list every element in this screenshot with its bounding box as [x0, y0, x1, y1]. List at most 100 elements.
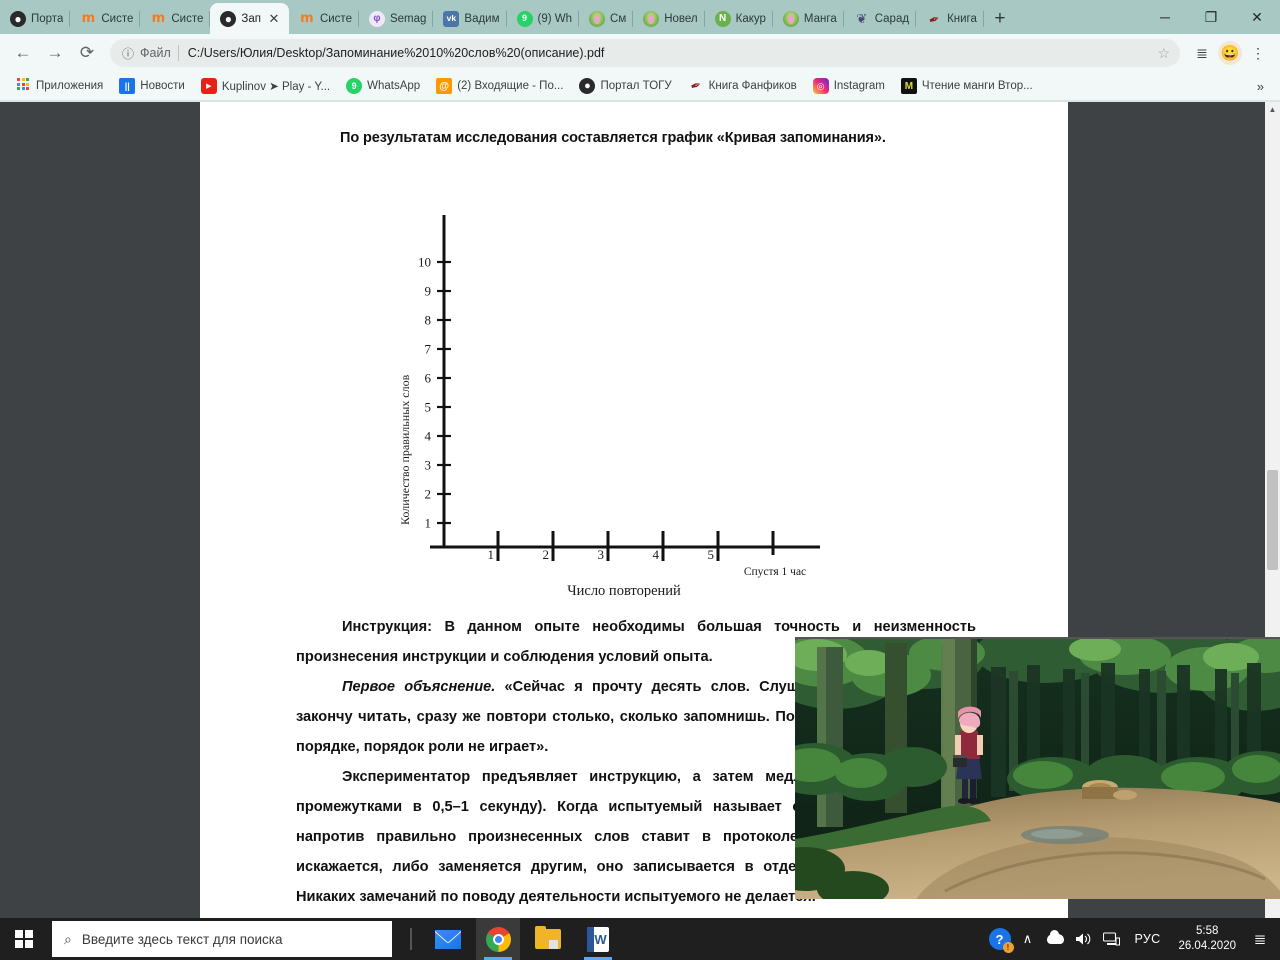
tab-title: Новел [664, 12, 698, 25]
volume-icon[interactable] [1071, 918, 1097, 960]
clock-date: 26.04.2020 [1178, 940, 1236, 952]
video-frame [795, 639, 1280, 899]
maximize-button[interactable]: ❐ [1188, 0, 1234, 34]
explorer-app[interactable] [526, 918, 570, 960]
browser-tab[interactable]: φ Semag [359, 3, 434, 34]
browser-tab[interactable]: 9 (9) Wh [507, 3, 580, 34]
tab-title: (9) Wh [537, 12, 573, 25]
browser-tab[interactable]: m Систе [70, 3, 141, 34]
scrollbar-thumb[interactable] [1267, 470, 1278, 570]
bookmark-item[interactable]: ▶ Kuplinov ➤ Play - Y... [194, 76, 337, 96]
notifications-icon[interactable]: ≣ [1246, 918, 1274, 960]
naruto-icon: N [714, 10, 731, 27]
reading-list-icon[interactable]: ≣ [1188, 39, 1216, 67]
scroll-up-arrow-icon[interactable]: ▲ [1265, 102, 1280, 116]
reload-icon[interactable]: ⟳ [72, 38, 102, 68]
browser-tab[interactable]: Манга [773, 3, 844, 34]
whatsapp-icon: 9 [346, 78, 363, 94]
bookmark-item[interactable]: || Новости [112, 76, 192, 96]
network-icon[interactable] [1099, 918, 1125, 960]
back-icon[interactable]: ← [8, 38, 38, 68]
bookmark-item[interactable]: @ (2) Входящие - По... [429, 76, 570, 96]
chart-y-tick-label: 7 [425, 342, 432, 357]
minimize-button[interactable]: ─ [1142, 0, 1188, 34]
browser-tab[interactable]: N Какур [705, 3, 773, 34]
address-bar[interactable]: ⓘ Файл C:/Users/Юлия/Desktop/Запоминание… [110, 39, 1180, 67]
volume-glyph [1076, 933, 1091, 945]
bookmark-label: Новости [140, 80, 185, 92]
browser-tab[interactable]: m Систе [289, 3, 359, 34]
omnibox-divider [177, 45, 179, 61]
bookmark-label: (2) Входящие - По... [457, 80, 564, 92]
search-icon: ⌕ [64, 930, 72, 947]
text-run: Инструкция: [342, 619, 433, 635]
picture-in-picture-video[interactable] [795, 637, 1280, 899]
browser-tab[interactable]: ✒ Книга [916, 3, 984, 34]
url-text[interactable]: C:/Users/Юлия/Desktop/Запоминание%2010%2… [188, 46, 1150, 60]
browser-tab[interactable]: См [579, 3, 634, 34]
chart-x-tick-label: 2 [543, 547, 550, 562]
chart-y-tick-label: 9 [425, 284, 432, 299]
globe-icon: ● [579, 78, 596, 94]
browser-tab[interactable]: Новел [633, 3, 705, 34]
bookmark-item[interactable]: ◎ Instagram [806, 76, 892, 96]
language-indicator[interactable]: РУС [1127, 932, 1169, 946]
anime-site-icon [589, 10, 606, 27]
chart-svg: 1 2 3 4 5 6 7 8 9 10 1 2 3 4 5 Число повторений Спуст… [418, 215, 820, 597]
chart-x-tick-label: 3 [598, 547, 605, 562]
help-notification-icon[interactable]: ? [987, 918, 1014, 960]
browser-tab[interactable]: ● Порта [0, 3, 71, 34]
chart-y-tick-label: 2 [425, 487, 432, 502]
browser-tab[interactable]: ❦ Сарад [844, 3, 917, 34]
chrome-menu-icon[interactable]: ⋮ [1244, 39, 1272, 67]
bookmarks-overflow-icon[interactable]: » [1249, 79, 1272, 94]
anime-site-icon [782, 10, 799, 27]
bookmark-item[interactable]: Приложения [8, 76, 110, 96]
bookmark-star-icon[interactable]: ☆ [1149, 45, 1170, 62]
show-hidden-icons-chevron[interactable]: ∧ [1015, 918, 1041, 960]
tab-strip: ● Порта m Систе m Систе ● Зап ✕ m Систе φ Semag vk Вад… [0, 0, 1280, 34]
close-tab-icon[interactable]: ✕ [266, 11, 282, 27]
manga-icon: M [900, 78, 917, 94]
clock[interactable]: 5:58 26.04.2020 [1170, 924, 1244, 954]
browser-tab-active[interactable]: ● Зап ✕ [210, 3, 289, 34]
bookmarks-bar: Приложения || Новости ▶ Kuplinov ➤ Play - Y.… [0, 72, 1280, 100]
page-info-icon[interactable]: ⓘ [122, 45, 134, 62]
avatar[interactable]: 😀 [1218, 41, 1242, 65]
heart-icon: ❦ [856, 11, 868, 26]
chrome-app[interactable] [476, 918, 520, 960]
taskbar-search-box[interactable]: ⌕ Введите здесь текст для поиска [52, 921, 392, 957]
youtube-icon: ▶ [200, 78, 217, 94]
memory-curve-chart: Количество правильных слов 1 2 3 4 5 6 7 8 9 10 1… [392, 207, 832, 597]
onedrive-cloud-icon[interactable] [1043, 918, 1069, 960]
news-icon: || [119, 78, 136, 94]
bookmark-item[interactable]: ● Портал ТОГУ [572, 76, 678, 96]
new-tab-button[interactable]: + [984, 4, 1016, 34]
browser-tab[interactable]: vk Вадим [433, 3, 507, 34]
word-app[interactable]: W [576, 918, 620, 960]
explorer-app-icon [535, 926, 561, 949]
browser-toolbar: ← → ⟳ ⓘ Файл C:/Users/Юлия/Desktop/Запом… [0, 34, 1280, 72]
tab-title: Вадим [464, 12, 500, 25]
globe-icon: ● [10, 10, 26, 27]
network-glyph [1103, 932, 1120, 946]
quill-icon: ✒ [926, 9, 942, 28]
tab-title: Semag [389, 12, 427, 25]
tab-title: Книга [947, 12, 977, 25]
tab-title: Сарад [874, 12, 910, 25]
chart-y-tick-label: 1 [425, 516, 432, 531]
chart-y-tick-label: 6 [425, 371, 432, 386]
start-button[interactable] [0, 918, 48, 960]
close-window-button[interactable]: ✕ [1234, 0, 1280, 34]
bookmark-label: Kuplinov ➤ Play - Y... [221, 81, 331, 93]
browser-tab[interactable]: m Систе [140, 3, 211, 34]
windows-logo-icon [15, 930, 33, 948]
chart-y-tick-label: 3 [425, 458, 432, 473]
bookmark-item[interactable]: ✒ Книга Фанфиков [681, 76, 804, 96]
globe-icon: ● [220, 10, 237, 27]
bookmark-item[interactable]: M Чтение манги Втор... [894, 76, 1040, 96]
forward-icon[interactable]: → [40, 38, 70, 68]
taskbar-app-list: W [426, 918, 620, 960]
mail-app[interactable] [426, 918, 470, 960]
bookmark-item[interactable]: 9 WhatsApp [339, 76, 427, 96]
